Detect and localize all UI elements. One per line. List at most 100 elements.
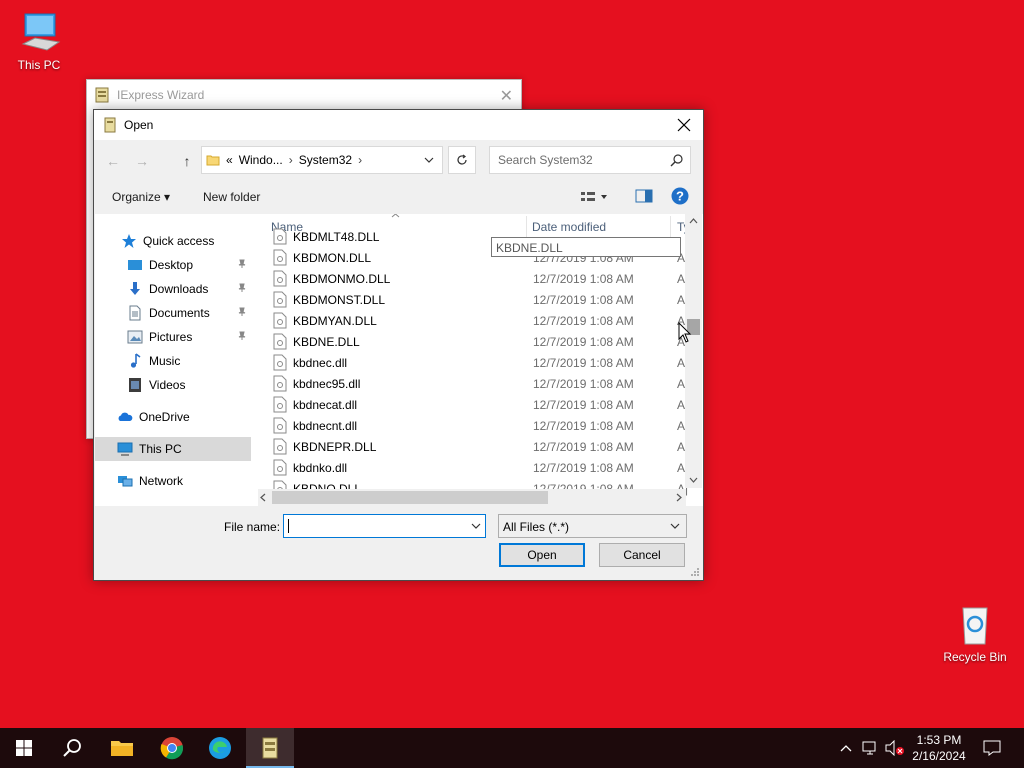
sort-up-icon bbox=[391, 214, 400, 218]
vertical-scrollbar[interactable] bbox=[685, 214, 702, 488]
scroll-down-icon[interactable] bbox=[689, 477, 698, 483]
preview-pane-icon[interactable] bbox=[635, 189, 653, 203]
file-explorer-taskbar-button[interactable] bbox=[98, 728, 146, 768]
file-row[interactable]: kbdnec95.dll 12/7/2019 1:08 AM A| bbox=[265, 373, 688, 394]
nav-item-pictures[interactable]: Pictures bbox=[95, 325, 251, 349]
dll-file-icon bbox=[273, 438, 287, 455]
file-name-dropdown-icon[interactable] bbox=[471, 519, 481, 533]
file-name: KBDNEPR.DLL bbox=[293, 440, 377, 454]
show-hidden-icons-button[interactable] bbox=[836, 728, 856, 768]
command-bar: Organize ▾ New folder ? bbox=[94, 182, 703, 212]
dialog-app-icon bbox=[104, 117, 116, 133]
scroll-right-icon[interactable] bbox=[676, 493, 682, 502]
scroll-left-icon[interactable] bbox=[260, 493, 266, 502]
nav-item-downloads[interactable]: Downloads bbox=[95, 277, 251, 301]
this-pc-label: This PC bbox=[17, 58, 61, 72]
organize-button[interactable]: Organize ▾ bbox=[112, 190, 170, 204]
address-bar[interactable]: « Windo... › System32 › bbox=[201, 146, 443, 174]
horizontal-scroll-thumb[interactable] bbox=[272, 491, 548, 504]
iexpress-app-icon bbox=[262, 737, 278, 759]
search-taskbar-button[interactable] bbox=[48, 728, 96, 768]
horizontal-scrollbar[interactable] bbox=[258, 489, 686, 506]
view-options-icon[interactable] bbox=[580, 190, 608, 204]
iexpress-titlebar[interactable]: IExpress Wizard ✕ bbox=[87, 80, 521, 110]
pin-icon bbox=[238, 331, 246, 340]
address-dropdown-icon[interactable] bbox=[424, 157, 434, 164]
desktop-icon-this-pc[interactable]: This PC bbox=[1, 8, 77, 72]
chevron-up-icon bbox=[840, 745, 852, 752]
search-box[interactable]: Search System32 bbox=[489, 146, 691, 174]
windows-logo-icon bbox=[16, 740, 32, 756]
address-chevron-icon-2: › bbox=[358, 153, 363, 167]
notification-icon bbox=[983, 740, 1001, 756]
nav-item-documents[interactable]: Documents bbox=[95, 301, 251, 325]
forward-arrow-icon[interactable]: → bbox=[131, 150, 153, 172]
file-row[interactable]: KBDMONST.DLL 12/7/2019 1:08 AM A| bbox=[265, 289, 688, 310]
nav-item-this-pc[interactable]: This PC bbox=[95, 437, 251, 461]
clock[interactable]: 1:53 PM 2/16/2024 bbox=[904, 732, 974, 764]
help-icon[interactable]: ? bbox=[671, 187, 689, 205]
open-dialog-titlebar[interactable]: Open bbox=[94, 110, 703, 140]
iexpress-close-icon[interactable]: ✕ bbox=[500, 86, 513, 106]
edge-taskbar-button[interactable] bbox=[196, 728, 244, 768]
videos-icon bbox=[129, 378, 141, 392]
document-icon bbox=[129, 305, 141, 321]
back-arrow-icon[interactable]: ← bbox=[102, 150, 124, 172]
file-type-dropdown-icon bbox=[670, 523, 680, 529]
open-dialog[interactable]: Open ← → ↑ « Windo... › System32 › Searc… bbox=[93, 109, 704, 581]
file-date: 12/7/2019 1:08 AM bbox=[533, 272, 634, 286]
pin-icon bbox=[238, 259, 246, 268]
file-name-input[interactable] bbox=[283, 514, 486, 538]
file-row[interactable]: KBDMONMO.DLL 12/7/2019 1:08 AM A| bbox=[265, 268, 688, 289]
file-date: 12/7/2019 1:08 AM bbox=[533, 398, 634, 412]
network-tray-button[interactable] bbox=[860, 728, 882, 768]
file-date: 12/7/2019 1:08 AM bbox=[533, 293, 634, 307]
file-row[interactable]: kbdnecat.dll 12/7/2019 1:08 AM A| bbox=[265, 394, 688, 415]
file-row[interactable]: kbdnec.dll 12/7/2019 1:08 AM A| bbox=[265, 352, 688, 373]
file-name: kbdnec.dll bbox=[293, 356, 348, 370]
nav-item-quick-access[interactable]: Quick access bbox=[95, 229, 251, 253]
iexpress-taskbar-button[interactable] bbox=[246, 728, 294, 768]
file-name-label: File name: bbox=[224, 520, 281, 534]
start-button[interactable] bbox=[0, 728, 48, 768]
file-row[interactable]: kbdnko.dll 12/7/2019 1:08 AM A| bbox=[265, 457, 688, 478]
file-row[interactable]: KBDMYAN.DLL 12/7/2019 1:08 AM A| bbox=[265, 310, 688, 331]
edge-icon bbox=[209, 737, 231, 759]
folder-icon bbox=[206, 155, 220, 166]
recycle-bin-icon bbox=[951, 600, 999, 648]
address-segment-system32[interactable]: System32 bbox=[299, 153, 352, 167]
cancel-button[interactable]: Cancel bbox=[599, 543, 685, 567]
nav-item-music[interactable]: Music bbox=[95, 349, 251, 373]
file-row[interactable]: kbdnecnt.dll 12/7/2019 1:08 AM A| bbox=[265, 415, 688, 436]
dll-file-icon bbox=[273, 270, 287, 287]
nav-item-desktop[interactable]: Desktop bbox=[95, 253, 251, 277]
nav-item-onedrive[interactable]: OneDrive bbox=[95, 405, 251, 429]
chrome-taskbar-button[interactable] bbox=[148, 728, 196, 768]
resize-grip-icon[interactable] bbox=[690, 567, 700, 577]
content-pane: Quick access Desktop Downloads Documents… bbox=[95, 214, 703, 506]
address-segment-windows[interactable]: Windo... bbox=[239, 153, 283, 167]
dll-file-icon bbox=[273, 417, 287, 434]
file-date: 12/7/2019 1:08 AM bbox=[533, 440, 634, 454]
dll-file-icon bbox=[273, 228, 287, 245]
refresh-button[interactable] bbox=[448, 146, 476, 174]
up-arrow-icon[interactable]: ↑ bbox=[176, 150, 198, 172]
new-folder-button[interactable]: New folder bbox=[203, 190, 260, 204]
nav-label-videos: Videos bbox=[149, 378, 186, 392]
file-type-value: All Files (*.*) bbox=[503, 520, 570, 534]
address-overflow[interactable]: « bbox=[226, 153, 233, 167]
open-button[interactable]: Open bbox=[499, 543, 585, 567]
nav-item-videos[interactable]: Videos bbox=[95, 373, 251, 397]
iexpress-app-icon bbox=[95, 87, 109, 103]
notifications-button[interactable] bbox=[980, 728, 1004, 768]
volume-tray-button[interactable] bbox=[884, 728, 906, 768]
search-icon[interactable] bbox=[670, 153, 684, 167]
scroll-up-icon[interactable] bbox=[689, 218, 698, 224]
dialog-close-icon[interactable] bbox=[673, 114, 695, 136]
nav-item-network[interactable]: Network bbox=[95, 469, 251, 493]
file-name: kbdnec95.dll bbox=[293, 377, 361, 391]
file-row[interactable]: KBDNE.DLL 12/7/2019 1:08 AM A| bbox=[265, 331, 688, 352]
desktop-icon-recycle-bin[interactable]: Recycle Bin bbox=[937, 600, 1013, 664]
file-type-select[interactable]: All Files (*.*) bbox=[498, 514, 687, 538]
file-row[interactable]: KBDNEPR.DLL 12/7/2019 1:08 AM A| bbox=[265, 436, 688, 457]
